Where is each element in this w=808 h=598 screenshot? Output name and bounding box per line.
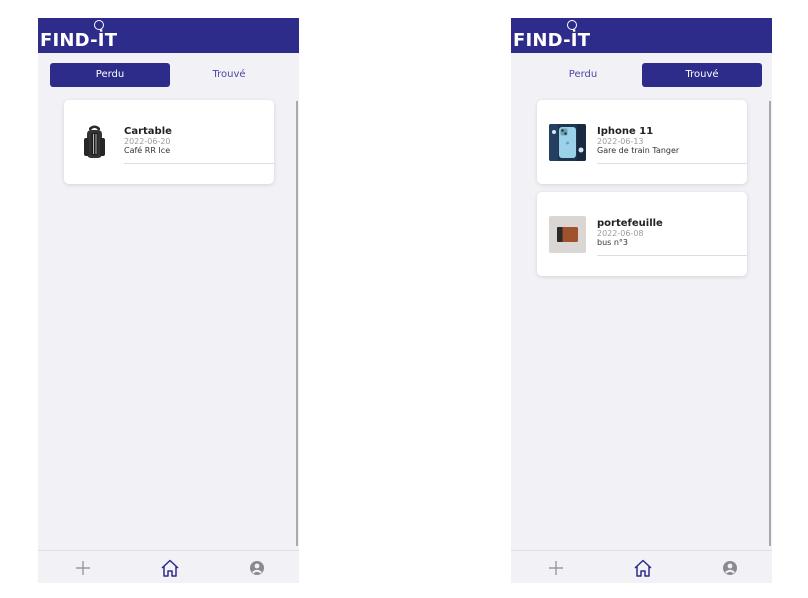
tab-trouve[interactable]: Trouvé xyxy=(169,63,289,87)
logo-ring-icon xyxy=(567,20,577,30)
user-circle-icon[interactable] xyxy=(246,557,268,579)
tab-trouve[interactable]: Trouvé xyxy=(642,63,762,87)
item-date: 2022-06-13 xyxy=(597,137,644,146)
wallet-image xyxy=(549,216,586,253)
phone-screen-trouve: FIND-İT Perdu Trouvé Iphone 11 2022-06-1… xyxy=(511,18,772,583)
bottom-nav xyxy=(38,550,299,583)
iphone-image xyxy=(549,124,586,161)
item-date: 2022-06-08 xyxy=(597,229,644,238)
app-logo: FIND-İT xyxy=(513,30,591,51)
item-title: Iphone 11 xyxy=(597,126,654,137)
plus-icon[interactable] xyxy=(72,557,94,579)
item-place: Gare de train Tanger xyxy=(597,146,680,155)
logo-ring-icon xyxy=(94,20,104,30)
home-icon[interactable] xyxy=(159,557,181,579)
item-place: Café RR Ice xyxy=(124,146,171,155)
item-title: Cartable xyxy=(124,126,172,137)
app-header: FIND-İT xyxy=(38,18,299,53)
tab-perdu[interactable]: Perdu xyxy=(50,63,170,87)
item-date: 2022-06-20 xyxy=(124,137,171,146)
app-logo: FIND-İT xyxy=(40,30,118,51)
home-icon[interactable] xyxy=(632,557,654,579)
tab-bar: Perdu Trouvé xyxy=(511,63,772,89)
phone-screen-perdu: FIND-İT Perdu Trouvé Cartable 2022-06-20… xyxy=(38,18,299,583)
scrollbar[interactable] xyxy=(296,101,298,546)
user-circle-icon[interactable] xyxy=(719,557,741,579)
item-card[interactable]: portefeuille 2022-06-08 bus n°3 xyxy=(537,192,747,276)
scrollbar[interactable] xyxy=(769,101,771,546)
bottom-nav xyxy=(511,550,772,583)
item-place: bus n°3 xyxy=(597,238,629,247)
card-divider xyxy=(124,163,274,164)
tab-perdu[interactable]: Perdu xyxy=(523,63,643,87)
backpack-image xyxy=(76,124,113,161)
plus-icon[interactable] xyxy=(545,557,567,579)
tab-bar: Perdu Trouvé xyxy=(38,63,299,89)
card-divider xyxy=(597,163,747,164)
app-header: FIND-İT xyxy=(511,18,772,53)
item-title: portefeuille xyxy=(597,218,663,229)
card-divider xyxy=(597,255,747,256)
item-card[interactable]: Iphone 11 2022-06-13 Gare de train Tange… xyxy=(537,100,747,184)
item-card[interactable]: Cartable 2022-06-20 Café RR Ice xyxy=(64,100,274,184)
